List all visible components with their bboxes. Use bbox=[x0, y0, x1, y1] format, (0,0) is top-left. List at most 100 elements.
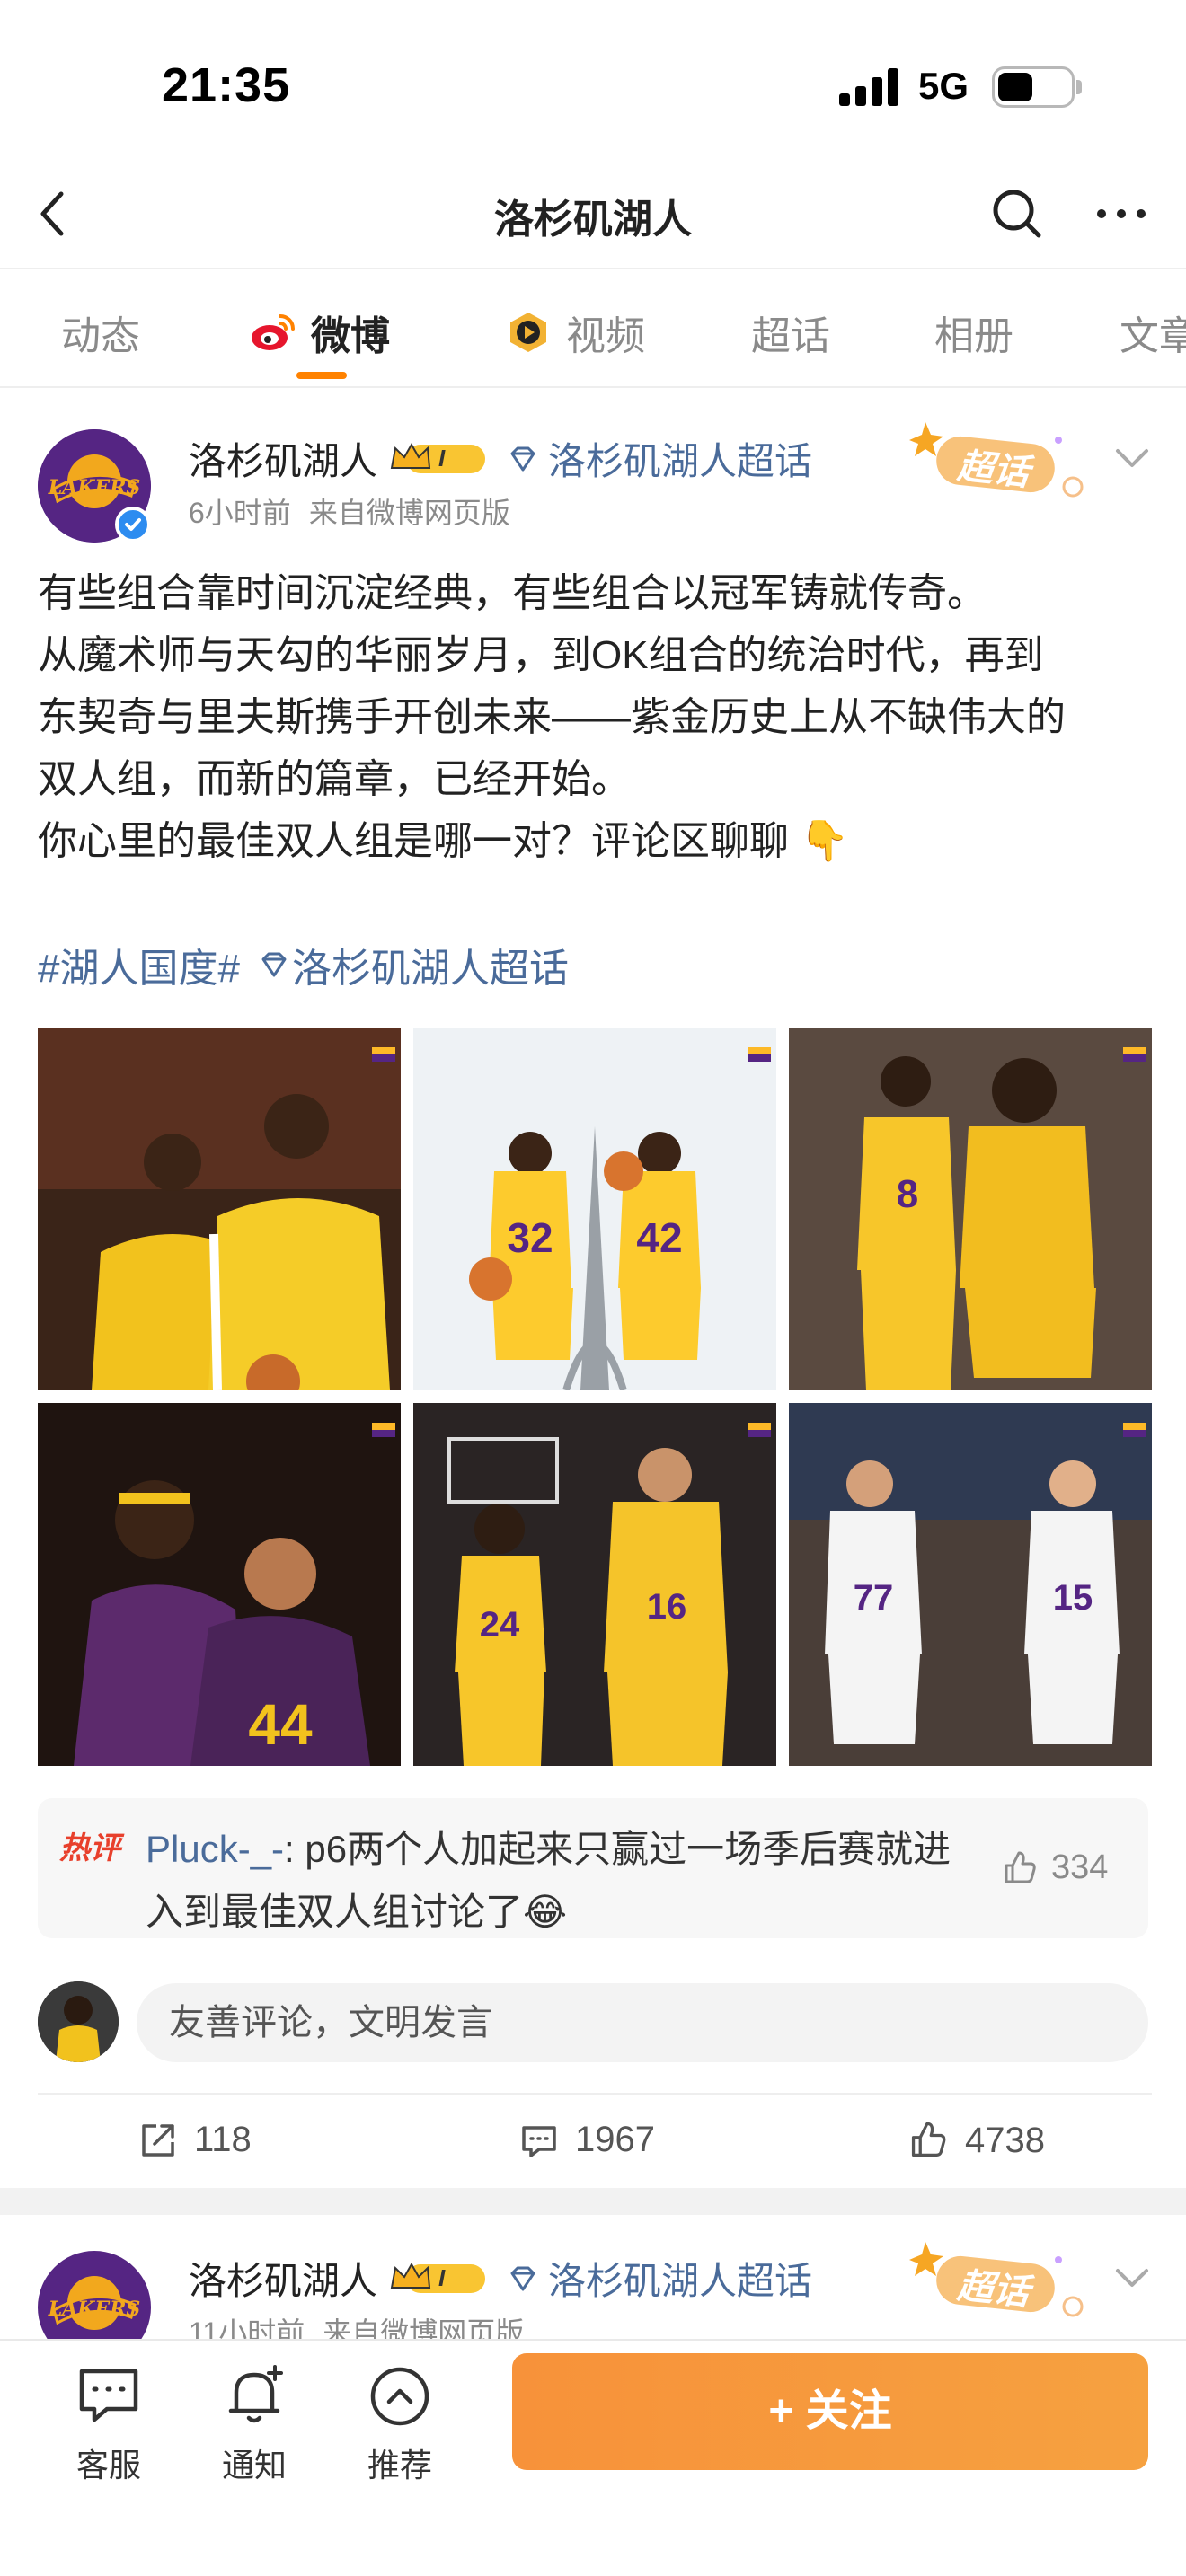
diamond-icon bbox=[510, 2266, 535, 2290]
tab-album[interactable]: 相册 bbox=[934, 304, 1013, 361]
hashtag-link[interactable]: #湖人国度# bbox=[38, 936, 240, 993]
post-time: 6小时前 bbox=[189, 497, 291, 529]
hot-comment-user[interactable]: Pluck-_- bbox=[146, 1828, 284, 1870]
notify-button[interactable]: 通知 bbox=[205, 2360, 304, 2486]
like-count: 4738 bbox=[965, 2120, 1045, 2160]
post-body-line: 双人组，而新的篇章，已经开始。 bbox=[38, 757, 631, 801]
author-name[interactable]: 洛杉矶湖人 bbox=[189, 2251, 377, 2306]
customer-service-label: 客服 bbox=[75, 2447, 141, 2483]
nav-bar: 洛杉矶湖人 bbox=[0, 162, 1186, 269]
comment-row: 友善评论，文明发言 bbox=[38, 1981, 1152, 2064]
post-meta: 11小时前 来自微博网页版 bbox=[189, 2310, 524, 2341]
recommend-button[interactable]: 推荐 bbox=[350, 2360, 449, 2486]
author-row: 洛杉矶湖人 I 洛杉矶湖人超话 bbox=[189, 2251, 812, 2306]
svg-text:LAKERS: LAKERS bbox=[48, 2298, 141, 2321]
recommend-icon bbox=[370, 2367, 429, 2426]
signal-icon bbox=[839, 66, 902, 106]
jersey-number: 15 bbox=[1053, 1578, 1093, 1618]
bell-icon bbox=[228, 2365, 283, 2423]
jersey-number: 8 bbox=[897, 1172, 918, 1216]
tab-video[interactable]: 视频 bbox=[503, 304, 645, 361]
hot-comment[interactable]: 热评 Pluck-_-: p6两个人加起来只赢过一场季后赛就进入到最佳双人组讨论… bbox=[38, 1798, 1148, 1938]
diamond-icon bbox=[261, 952, 287, 977]
hot-comment-tag: 热评 bbox=[59, 1831, 120, 1866]
post-separator bbox=[0, 2188, 1186, 2215]
post-body-line: 从魔术师与天勾的华丽岁月，到OK组合的统治时代，再到 bbox=[38, 633, 1044, 677]
post-body-line: 你心里的最佳双人组是哪一对？评论区聊聊 👇 bbox=[38, 819, 850, 863]
more-icon[interactable] bbox=[1089, 181, 1154, 246]
hot-comment-like-button[interactable]: 334 bbox=[1001, 1848, 1108, 1887]
post-body: 有些组合靠时间沉淀经典，有些组合以冠军铸就传奇。 从魔术师与天勾的华丽岁月，到O… bbox=[38, 562, 1152, 872]
jersey-number: 24 bbox=[480, 1605, 520, 1645]
post-body-line: 东契奇与里夫斯携手开创未来——紫金历史上从不缺伟大的 bbox=[38, 695, 1066, 739]
share-icon bbox=[142, 2123, 174, 2157]
post-body-line: 有些组合靠时间沉淀经典，有些组合以冠军铸就传奇。 bbox=[38, 571, 987, 615]
image-grid: 32 42 8 44 24 16 77 15 bbox=[38, 1028, 1152, 1766]
post-source: 来自微博网页版 bbox=[308, 497, 510, 529]
tab-weibo[interactable]: 微博 bbox=[248, 304, 390, 361]
action-bar: 118 1967 4738 bbox=[38, 2093, 1152, 2192]
repost-button[interactable]: 118 bbox=[138, 2120, 252, 2160]
lakers-logo: LAKERS bbox=[48, 2276, 141, 2330]
chevron-down-icon[interactable] bbox=[1111, 2256, 1154, 2299]
chaohua-stamp-label: 超话 bbox=[955, 2265, 1031, 2314]
recommend-label: 推荐 bbox=[367, 2447, 432, 2483]
follow-button[interactable]: + 关注 bbox=[512, 2353, 1148, 2470]
author-name[interactable]: 洛杉矶湖人 bbox=[189, 431, 377, 486]
customer-service-button[interactable]: 客服 bbox=[59, 2360, 158, 2486]
tab-chaohua[interactable]: 超话 bbox=[751, 304, 830, 361]
verified-badge-icon bbox=[115, 507, 151, 543]
post-meta: 6小时前 来自微博网页版 bbox=[189, 490, 510, 532]
author-avatar[interactable]: LAKERS bbox=[38, 429, 151, 543]
repost-count: 118 bbox=[194, 2120, 252, 2159]
user-avatar[interactable] bbox=[38, 1981, 119, 2062]
notify-label: 通知 bbox=[221, 2447, 287, 2483]
comment-icon bbox=[522, 2125, 556, 2157]
chaohua-link[interactable]: 洛杉矶湖人超话 bbox=[505, 2251, 812, 2306]
jersey-number: 77 bbox=[854, 1578, 894, 1618]
thumbs-up-icon bbox=[1005, 1851, 1036, 1883]
chevron-down-icon[interactable] bbox=[1111, 437, 1154, 480]
thumbs-up-icon bbox=[911, 2122, 946, 2157]
weibo-icon bbox=[252, 314, 295, 350]
battery-icon bbox=[992, 66, 1075, 108]
chaohua-link[interactable]: 洛杉矶湖人超话 bbox=[505, 431, 812, 486]
tab-articles[interactable]: 文章 bbox=[1120, 304, 1186, 361]
video-icon bbox=[510, 313, 546, 352]
comment-button[interactable]: 1967 bbox=[519, 2120, 655, 2160]
bottom-bar: 客服 通知 推荐 + 关注 bbox=[0, 2339, 1186, 2576]
hot-comment-like-count: 334 bbox=[1051, 1848, 1109, 1886]
author-row: 洛杉矶湖人 I 洛杉矶湖人超话 bbox=[189, 431, 812, 486]
post-image-5[interactable]: 24 16 bbox=[413, 1403, 776, 1766]
post-image-3[interactable]: 8 bbox=[789, 1028, 1152, 1390]
status-time: 21:35 bbox=[162, 58, 291, 112]
hashtags: #湖人国度# 洛杉矶湖人超话 bbox=[38, 936, 569, 993]
search-icon[interactable] bbox=[985, 181, 1049, 246]
weibo-post-2: LAKERS 洛杉矶湖人 I 洛杉矶湖人超话 11小时前来自微博网页版 超话 bbox=[0, 2215, 1186, 2341]
post-image-4[interactable]: 44 bbox=[38, 1403, 401, 1766]
diamond-icon bbox=[510, 446, 535, 471]
svg-text:LAKERS: LAKERS bbox=[48, 476, 141, 499]
tab-dynamics[interactable]: 动态 bbox=[61, 304, 140, 361]
hot-comment-text: Pluck-_-: p6两个人加起来只赢过一场季后赛就进入到最佳双人组讨论了😂 bbox=[146, 1818, 972, 1944]
jersey-number: 42 bbox=[636, 1214, 682, 1261]
chat-icon bbox=[79, 2369, 138, 2422]
comment-input[interactable]: 友善评论，文明发言 bbox=[137, 1983, 1148, 2062]
chaohua-stamp[interactable]: 超话 bbox=[900, 417, 1089, 507]
jersey-number: 44 bbox=[248, 1692, 313, 1757]
profile-tabs: 动态 微博 视频 超话 相册 文章 bbox=[0, 271, 1186, 388]
like-button[interactable]: 4738 bbox=[907, 2120, 1045, 2161]
post-time: 11小时前 bbox=[189, 2316, 305, 2341]
post-image-2[interactable]: 32 42 bbox=[413, 1028, 776, 1390]
status-bar: 21:35 5G bbox=[0, 0, 1186, 162]
jersey-number: 16 bbox=[647, 1587, 687, 1627]
active-tab-indicator bbox=[296, 372, 347, 379]
chaohua-stamp-label: 超话 bbox=[955, 446, 1031, 494]
post-image-1[interactable] bbox=[38, 1028, 401, 1390]
chaohua-stamp[interactable]: 超话 bbox=[900, 2236, 1089, 2326]
network-label: 5G bbox=[918, 65, 969, 107]
hashtag-chaohua-link[interactable]: 洛杉矶湖人超话 bbox=[256, 936, 569, 993]
jersey-number: 32 bbox=[507, 1214, 553, 1261]
post-image-6[interactable]: 77 15 bbox=[789, 1403, 1152, 1766]
author-avatar[interactable]: LAKERS bbox=[38, 2251, 151, 2341]
